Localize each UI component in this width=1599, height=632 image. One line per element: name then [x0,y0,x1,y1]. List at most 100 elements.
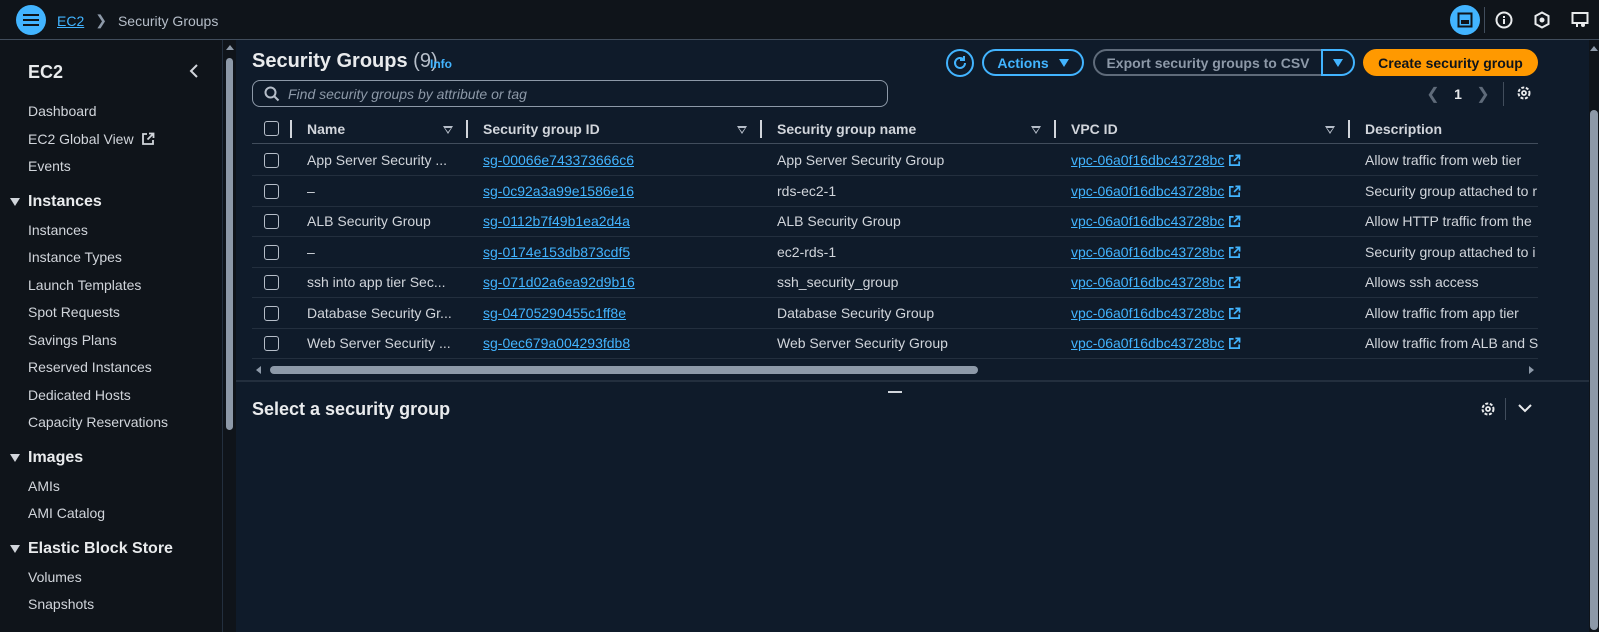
row-checkbox[interactable] [264,153,279,168]
next-page-icon[interactable]: ❯ [1473,84,1493,104]
scroll-right-icon[interactable] [1529,366,1534,374]
resources-button[interactable] [1523,0,1561,40]
sidebar-item-ec2-global-view[interactable]: EC2 Global View [28,131,155,147]
info-link[interactable]: Info [430,57,452,71]
table-row[interactable]: Database Security Gr... sg-04705290455c1f… [252,298,1538,329]
export-dropdown-button[interactable] [1321,49,1355,76]
column-header-name[interactable]: Name [307,121,345,137]
breadcrumb-ec2-link[interactable]: EC2 [57,13,84,29]
table-horizontal-scrollbar[interactable] [252,363,1538,377]
cell-description: Allow traffic from app tier [1365,304,1519,321]
row-checkbox[interactable] [264,305,279,321]
split-panel-toggle[interactable] [1446,0,1484,40]
table-row[interactable]: ssh into app tier Sec... sg-071d02a6ea92d… [252,267,1538,298]
column-header-vpc-id[interactable]: VPC ID [1071,121,1118,137]
table-row[interactable]: Web Server Security ... sg-0ec679a004293f… [252,328,1538,359]
row-checkbox[interactable] [264,214,279,229]
cell-description: Allows ssh access [1365,274,1479,290]
row-checkbox[interactable] [264,336,279,351]
cell-vpc-id-link[interactable]: vpc-06a0f16dbc43728bc [1071,152,1241,168]
panel-icon [1457,12,1473,28]
previous-page-icon[interactable]: ❮ [1423,84,1443,104]
sidebar-item-capacity-reservations[interactable]: Capacity Reservations [28,414,168,430]
refresh-button[interactable] [946,49,974,77]
cell-security-group-id-link[interactable]: sg-0ec679a004293fdb8 [483,335,630,351]
feedback-button[interactable] [1561,0,1599,40]
actions-dropdown-button[interactable]: Actions [982,49,1084,76]
sidebar-item-snapshots[interactable]: Snapshots [28,596,94,612]
section-label: Images [28,449,84,466]
cell-security-group-name: App Server Security Group [777,152,945,168]
sidebar-item-events[interactable]: Events [28,158,71,174]
column-header-description[interactable]: Description [1365,121,1442,137]
page-scrollbar[interactable] [1589,40,1599,632]
sort-icon[interactable] [1325,126,1335,134]
cell-vpc-id-link[interactable]: vpc-06a0f16dbc43728bc [1071,183,1241,199]
collapse-panel-chevron-down-icon[interactable] [1517,401,1533,417]
info-panel-button[interactable] [1485,0,1523,40]
cell-security-group-id-link[interactable]: sg-00066e743373666c6 [483,152,634,168]
sidebar-item-volumes[interactable]: Volumes [28,569,82,585]
table-row[interactable]: – sg-0c92a3a99e1586e16 rds-ec2-1 vpc-06a0f1… [252,176,1538,207]
sort-icon[interactable] [443,126,453,134]
hexagon-icon [1534,11,1550,29]
sidebar-item-amis[interactable]: AMIs [28,478,60,494]
scroll-up-icon[interactable] [1590,46,1598,51]
cell-security-group-id-link[interactable]: sg-04705290455c1ff8e [483,305,626,321]
cell-security-group-id-link[interactable]: sg-0174e153db873cdf5 [483,244,630,260]
sidebar-section-instances[interactable]: Instances [10,193,102,211]
sidebar-item-dashboard[interactable]: Dashboard [28,103,97,119]
search-field[interactable] [252,80,888,107]
hamburger-menu-icon[interactable] [16,5,46,35]
cell-description: Allow traffic from web tier [1365,152,1522,168]
cell-vpc-id-link[interactable]: vpc-06a0f16dbc43728bc [1071,305,1241,321]
sidebar-item-ami-catalog[interactable]: AMI Catalog [28,505,105,521]
scrollbar-thumb[interactable] [270,366,978,374]
search-input[interactable] [288,85,878,102]
external-link-icon [142,132,155,145]
column-header-security-group-id[interactable]: Security group ID [483,121,600,137]
sidebar-item-instance-types[interactable]: Instance Types [28,249,122,265]
split-panel-settings-gear-icon[interactable] [1479,400,1497,421]
collapse-sidebar-icon[interactable] [188,62,200,83]
table-row[interactable]: – sg-0174e153db873cdf5 ec2-rds-1 vpc-06a0f1… [252,237,1538,268]
scroll-up-icon[interactable] [226,45,234,50]
sidebar-item-spot-requests[interactable]: Spot Requests [28,304,120,320]
sidebar-item-dedicated-hosts[interactable]: Dedicated Hosts [28,387,131,403]
scroll-left-icon[interactable] [256,366,261,374]
sidebar-item-launch-templates[interactable]: Launch Templates [28,277,141,293]
current-page-number[interactable]: 1 [1443,86,1473,102]
sidebar-item-instances[interactable]: Instances [28,222,88,238]
sidebar-section-images[interactable]: Images [10,449,83,467]
cell-security-group-id-link[interactable]: sg-071d02a6ea92d9b16 [483,274,635,290]
detail-panel-title: Select a security group [252,399,451,419]
cell-vpc-id-link[interactable]: vpc-06a0f16dbc43728bc [1071,213,1241,229]
top-navigation-bar: EC2 ❯ Security Groups [0,0,1599,40]
scrollbar-thumb[interactable] [226,58,233,430]
row-checkbox[interactable] [264,244,279,260]
create-security-group-button[interactable]: Create security group [1363,49,1538,76]
select-all-checkbox[interactable] [264,121,279,136]
row-checkbox[interactable] [264,275,279,290]
table-preferences-gear-icon[interactable] [1515,84,1533,105]
cell-security-group-id-link[interactable]: sg-0112b7f49b1ea2d4a [483,213,630,229]
cell-vpc-id-link[interactable]: vpc-06a0f16dbc43728bc [1071,274,1241,290]
vpc-id-text: vpc-06a0f16dbc43728bc [1071,213,1225,229]
sidebar-item-reserved-instances[interactable]: Reserved Instances [28,359,152,375]
table-row[interactable]: ALB Security Group sg-0112b7f49b1ea2d4a AL… [252,206,1538,237]
sidebar-item-savings-plans[interactable]: Savings Plans [28,332,117,348]
table-row[interactable]: App Server Security ... sg-00066e74337366… [252,145,1538,176]
column-header-security-group-name[interactable]: Security group name [777,121,916,137]
row-checkbox[interactable] [264,183,279,199]
sort-icon[interactable] [737,126,747,134]
cell-vpc-id-link[interactable]: vpc-06a0f16dbc43728bc [1071,244,1241,260]
cell-security-group-id-link[interactable]: sg-0c92a3a99e1586e16 [483,183,634,199]
split-panel-resize-handle[interactable] [888,391,902,393]
export-csv-button[interactable]: Export security groups to CSV [1093,49,1321,76]
sort-icon[interactable] [1031,126,1041,134]
cell-name: Web Server Security ... [307,335,451,351]
cell-vpc-id-link[interactable]: vpc-06a0f16dbc43728bc [1071,335,1241,351]
sidebar-scrollbar[interactable] [222,40,236,632]
scrollbar-thumb[interactable] [1590,110,1598,630]
sidebar-section-elastic-block-store[interactable]: Elastic Block Store [10,540,173,558]
